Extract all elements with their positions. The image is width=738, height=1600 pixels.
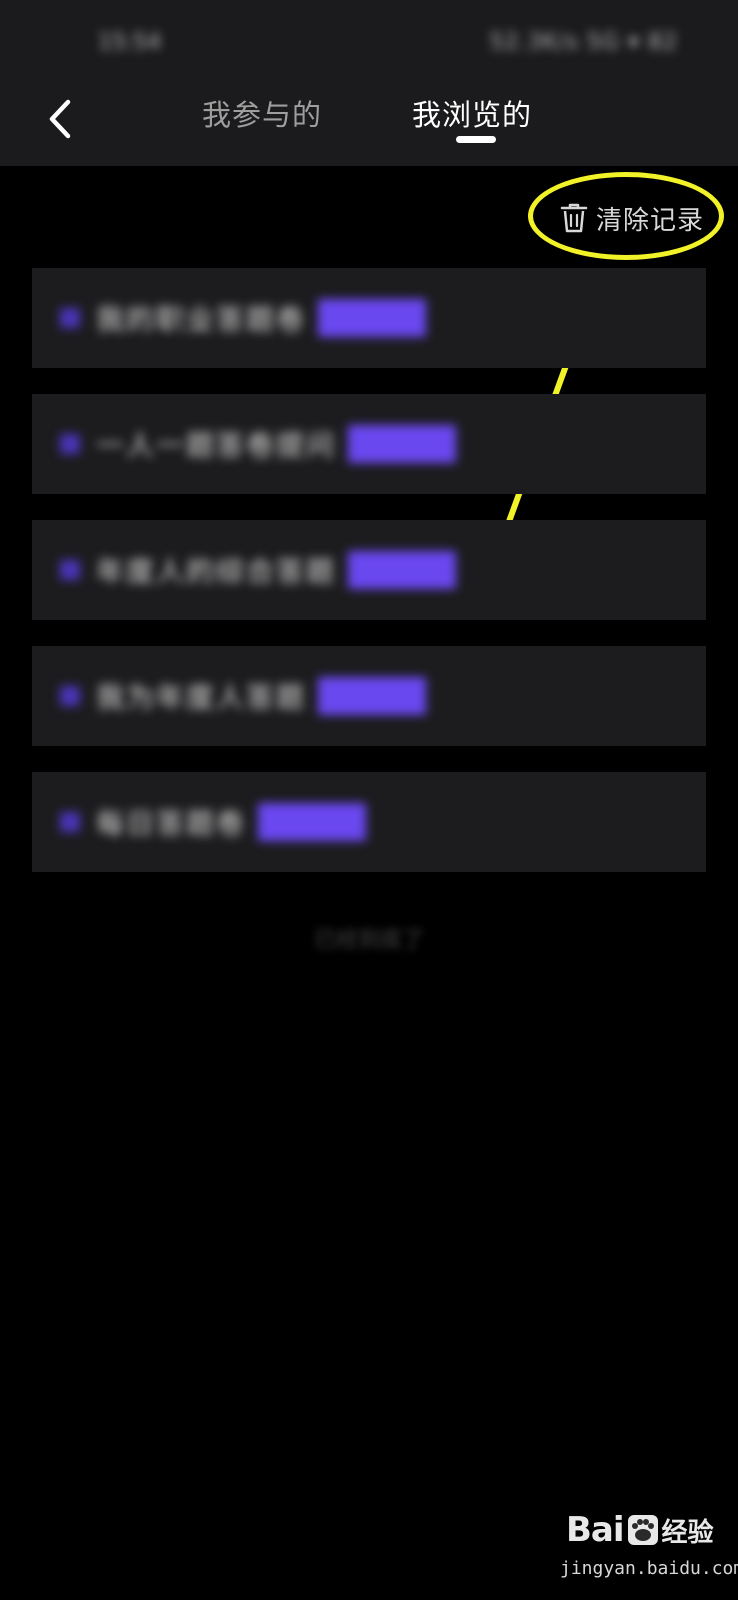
item-tag (318, 299, 427, 337)
item-title: 一人一题答卷提问 (96, 429, 337, 462)
watermark-url: jingyan.baidu.com (560, 1558, 738, 1579)
status-time: 15:54 (98, 30, 162, 55)
back-button[interactable] (40, 88, 90, 148)
item-title: 我为年度人答题 (96, 681, 307, 714)
item-title: 我的职业答题卷 (96, 303, 307, 336)
list-item[interactable]: 每日答题卷 (32, 772, 706, 872)
item-tag (318, 677, 427, 715)
tab-browsed[interactable]: 我浏览的 (412, 92, 532, 134)
item-icon (60, 560, 80, 580)
item-icon (60, 812, 80, 832)
highlight-ellipse (528, 172, 724, 260)
list-item[interactable]: 我为年度人答题 (32, 646, 706, 746)
paw-icon (627, 1515, 658, 1545)
tab-joined[interactable]: 我参与的 (202, 92, 322, 134)
item-icon (60, 308, 80, 328)
list-item[interactable]: 我的职业答题卷 (32, 268, 706, 368)
item-title: 每日答题卷 (96, 807, 247, 840)
header: 我参与的 我浏览的 (0, 80, 738, 166)
item-icon (60, 686, 80, 706)
chevron-left-icon (49, 99, 71, 139)
active-tab-indicator (456, 136, 496, 143)
list-item[interactable]: 一人一题答卷提问 (32, 394, 706, 494)
watermark-suffix: 经验 (661, 1517, 714, 1548)
baidu-jingyan-watermark: Bai 经验 jingyan.baidu.com (560, 1506, 738, 1592)
list-item[interactable]: 年度人的综合答题 (32, 520, 706, 620)
watermark-brand: Bai (566, 1510, 625, 1550)
item-title: 年度人的综合答题 (96, 555, 337, 588)
status-bar: 15:54 52.3K/s 5G ▾ 82 (0, 0, 738, 80)
end-of-list-text: 已经到底了 (313, 928, 424, 953)
item-tag (258, 803, 367, 841)
item-tag (348, 425, 457, 463)
item-tag (348, 551, 457, 589)
status-icons: 52.3K/s 5G ▾ 82 (489, 30, 678, 55)
item-icon (60, 434, 80, 454)
